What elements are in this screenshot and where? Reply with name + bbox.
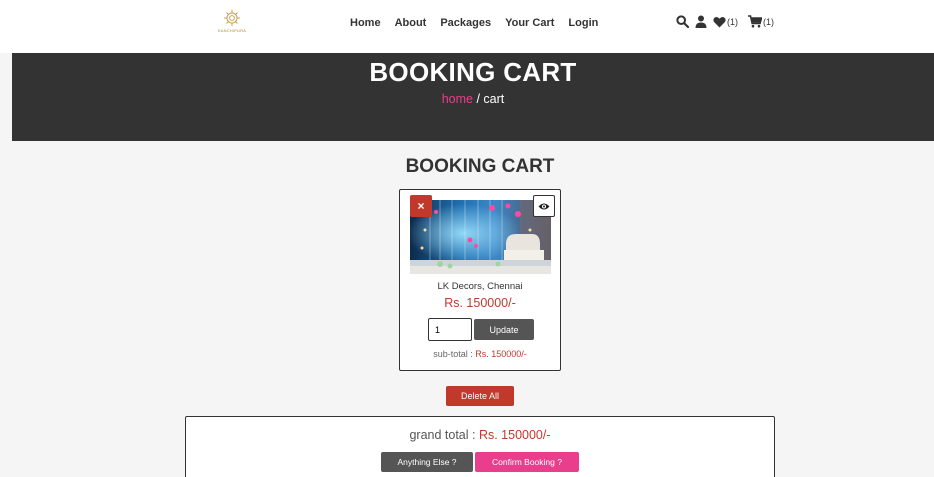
page-heading-band: BOOKING CART home / cart [12, 53, 934, 141]
wishlist-count: (1) [727, 16, 738, 27]
subtotal-value: Rs. 150000/- [475, 349, 527, 359]
page-title: BOOKING CART [369, 57, 577, 87]
update-quantity-button[interactable]: Update [474, 319, 534, 340]
breadcrumb-current: / cart [473, 92, 505, 106]
delete-all-button[interactable]: Delete All [446, 386, 514, 406]
logo-text: KANCHIPURA [217, 28, 247, 33]
header-icons: (1) (1) [676, 15, 774, 28]
grand-total-box: grand total : Rs. 150000/- Anything Else… [185, 416, 775, 477]
logo-emblem-icon [224, 10, 240, 26]
grand-total: grand total : Rs. 150000/- [186, 428, 774, 442]
remove-item-button[interactable]: × [410, 195, 432, 217]
item-name: LK Decors, Chennai [437, 281, 523, 292]
cart-count: (1) [763, 16, 774, 27]
wishlist-button[interactable]: (1) [713, 16, 738, 28]
site-logo[interactable]: KANCHIPURA [214, 9, 250, 37]
nav-your-cart[interactable]: Your Cart [505, 17, 554, 29]
quantity-input[interactable] [428, 318, 472, 341]
site-header: KANCHIPURA Home About Packages Your Cart… [0, 0, 934, 53]
cart-icon [748, 15, 762, 28]
search-icon [676, 15, 689, 28]
breadcrumb-home-link[interactable]: home [442, 92, 473, 106]
subtotal-label: sub-total : [433, 349, 476, 359]
nav-about[interactable]: About [395, 17, 427, 29]
heart-icon [713, 16, 726, 27]
confirm-booking-button[interactable]: Confirm Booking ? [475, 452, 579, 472]
eye-icon [538, 203, 550, 209]
nav-login[interactable]: Login [568, 17, 598, 29]
cart-item-card: × LK Decors, Chennai Rs. 150000/- Update… [399, 189, 561, 371]
user-icon [695, 15, 707, 28]
item-price: Rs. 150000/- [444, 296, 516, 310]
grand-total-value: Rs. 150000/- [478, 428, 551, 442]
grand-total-label: grand total : [409, 428, 479, 442]
view-item-button[interactable] [533, 195, 555, 217]
nav-packages[interactable]: Packages [440, 17, 491, 29]
search-button[interactable] [676, 15, 689, 28]
item-subtotal: sub-total : Rs. 150000/- [400, 349, 560, 359]
section-title: BOOKING CART [405, 156, 555, 177]
main-nav: Home About Packages Your Cart Login [350, 17, 598, 29]
nav-home[interactable]: Home [350, 17, 381, 29]
anything-else-button[interactable]: Anything Else ? [381, 452, 473, 472]
cart-button[interactable]: (1) [748, 15, 774, 28]
breadcrumb: home / cart [12, 92, 934, 106]
account-button[interactable] [695, 15, 707, 28]
